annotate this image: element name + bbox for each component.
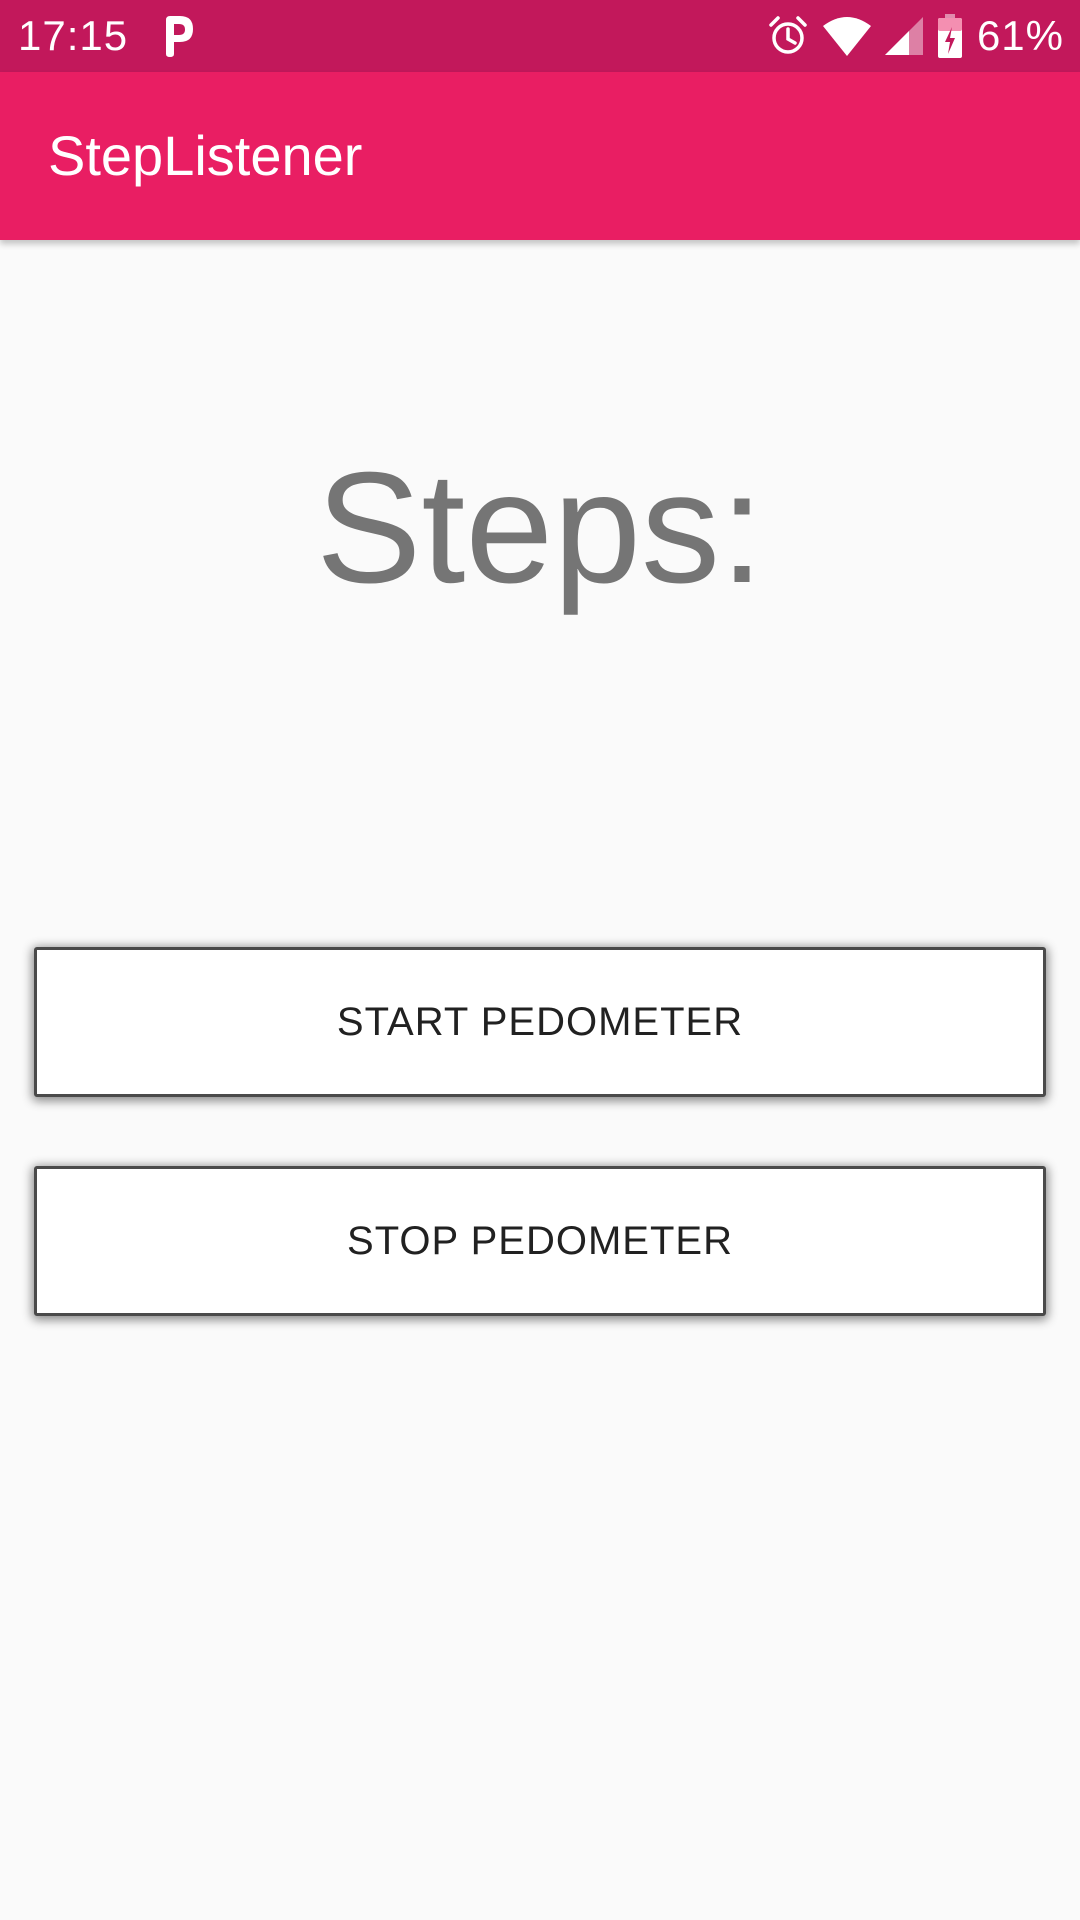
status-bar: 17:15 61% — [0, 0, 1080, 72]
status-time: 17:15 — [18, 12, 129, 59]
battery-percent: 61% — [976, 12, 1064, 59]
stop-pedometer-label: STOP PEDOMETER — [347, 1218, 733, 1263]
status-icons: 61% — [767, 0, 1064, 72]
battery-charging-icon — [937, 14, 962, 58]
start-pedometer-button[interactable]: START PEDOMETER — [34, 947, 1046, 1097]
p-notification-icon — [166, 16, 193, 57]
start-pedometer-label: START PEDOMETER — [336, 999, 744, 1044]
stop-pedometer-button[interactable]: STOP PEDOMETER — [34, 1166, 1046, 1316]
app-bar: StepListener — [0, 72, 1080, 240]
alarm-icon — [769, 16, 807, 54]
cell-signal-icon — [884, 17, 923, 55]
steps-label: Steps: — [316, 440, 764, 616]
wifi-icon — [822, 17, 871, 56]
app-title: StepListener — [48, 124, 363, 187]
